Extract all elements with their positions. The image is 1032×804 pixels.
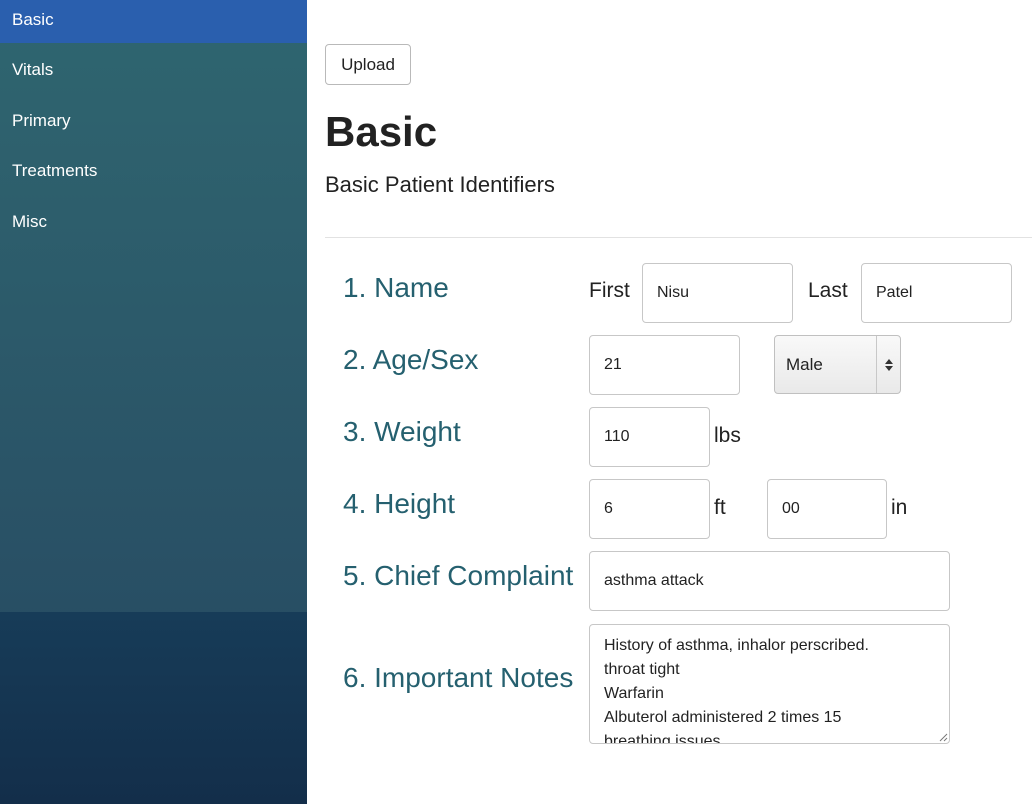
- select-arrows-icon: [876, 336, 900, 393]
- sidebar-item-misc[interactable]: Misc: [0, 202, 307, 245]
- weight-label: 3. Weight: [343, 416, 461, 447]
- age-sex-label: 2. Age/Sex: [343, 344, 479, 375]
- chief-complaint-label: 5. Chief Complaint: [343, 560, 574, 591]
- height-feet-input[interactable]: [589, 479, 710, 539]
- weight-unit: lbs: [714, 424, 741, 447]
- chief-complaint-input[interactable]: [589, 551, 950, 611]
- first-name-input[interactable]: [642, 263, 793, 323]
- sidebar-item-primary[interactable]: Primary: [0, 101, 307, 144]
- sidebar-lower-panel: [0, 612, 307, 804]
- first-name-label: First: [589, 279, 630, 302]
- sex-select-value: Male: [786, 355, 823, 374]
- page-title: Basic: [325, 108, 438, 155]
- height-label: 4. Height: [343, 488, 456, 519]
- height-inches-input[interactable]: [767, 479, 887, 539]
- sidebar-item-basic[interactable]: Basic: [0, 0, 307, 43]
- resize-handle-icon[interactable]: [938, 732, 948, 742]
- sidebar-item-treatments[interactable]: Treatments: [0, 151, 307, 194]
- notes-line: breathing issues: [604, 733, 721, 744]
- notes-line: Albuterol administered 2 times 15: [604, 709, 842, 726]
- important-notes-label: 6. Important Notes: [343, 662, 574, 693]
- last-name-input[interactable]: [861, 263, 1012, 323]
- age-input[interactable]: [589, 335, 740, 395]
- height-feet-unit: ft: [714, 496, 726, 519]
- height-inches-unit: in: [891, 496, 908, 519]
- notes-line: Warfarin: [604, 685, 664, 702]
- page-subtitle: Basic Patient Identifiers: [325, 172, 555, 197]
- notes-line: History of asthma, inhalor perscribed.: [604, 637, 869, 654]
- sex-select[interactable]: Male: [774, 335, 901, 394]
- upload-button[interactable]: Upload: [325, 44, 411, 85]
- sidebar-item-vitals[interactable]: Vitals: [0, 50, 307, 93]
- name-label: 1. Name: [343, 272, 449, 303]
- notes-line: throat tight: [604, 661, 680, 678]
- weight-input[interactable]: [589, 407, 710, 467]
- last-name-label: Last: [808, 279, 848, 302]
- important-notes-textarea[interactable]: History of asthma, inhalor perscribed. t…: [589, 624, 950, 744]
- divider: [325, 237, 1032, 238]
